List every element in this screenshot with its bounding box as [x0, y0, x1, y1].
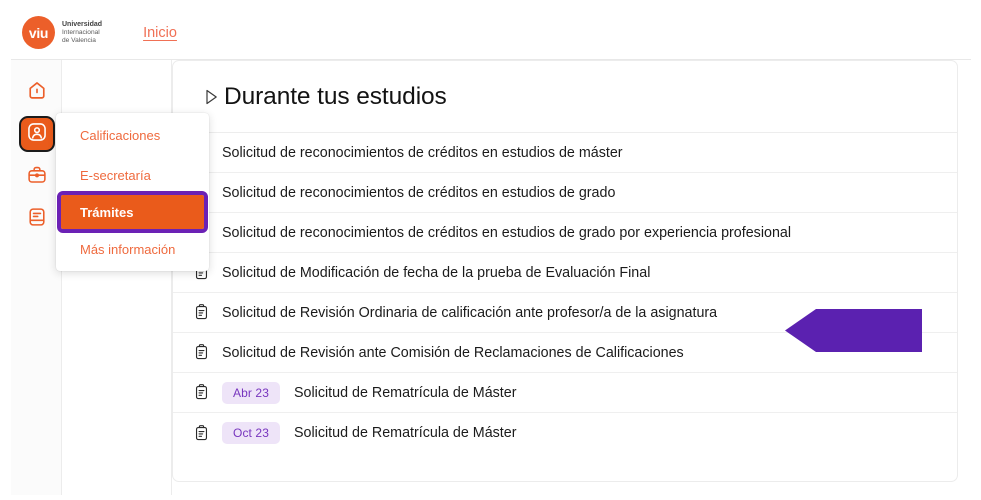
menu-item-tramites[interactable]: Trámites — [57, 191, 208, 233]
menu-item-e-secretaria[interactable]: E-secretaría — [56, 155, 209, 195]
document-icon — [26, 206, 48, 233]
dropdown-menu: Calificaciones E-secretaría Trámites Más… — [56, 113, 209, 271]
clipboard-icon — [192, 343, 211, 362]
row-label: Solicitud de Rematrícula de Máster — [294, 425, 517, 441]
table-row[interactable]: Solicitud de reconocimientos de créditos… — [173, 213, 957, 253]
rail-item-home[interactable] — [19, 75, 55, 111]
table-row[interactable]: Solicitud de Revisión Ordinaria de calif… — [173, 293, 957, 333]
panel-header: Durante tus estudios — [173, 61, 957, 133]
row-label: Solicitud de Rematrícula de Máster — [294, 384, 517, 401]
row-label: Solicitud de reconocimientos de créditos… — [222, 184, 616, 201]
clipboard-icon — [192, 424, 211, 443]
table-row[interactable]: Solicitud de reconocimientos de créditos… — [173, 133, 957, 173]
menu-item-mas-informacion[interactable]: Más información — [56, 229, 209, 269]
brand-logo[interactable]: viu Universidad Internacional de Valenci… — [22, 16, 102, 49]
row-label: Solicitud de Revisión ante Comisión de R… — [222, 344, 684, 361]
rail-item-profile[interactable] — [19, 116, 55, 152]
brand-line-3: de Valencia — [62, 36, 96, 44]
status-badge: Oct 23 — [222, 422, 280, 444]
menu-item-calificaciones[interactable]: Calificaciones — [56, 115, 209, 155]
table-row[interactable]: Solicitud de reconocimientos de créditos… — [173, 173, 957, 213]
menu-item-label: Calificaciones — [80, 127, 161, 143]
app-root: viu Universidad Internacional de Valenci… — [0, 0, 981, 500]
menu-item-label: E-secretaría — [80, 167, 151, 183]
clipboard-icon — [192, 303, 211, 322]
menu-item-label: Más información — [80, 241, 176, 257]
icon-rail — [11, 60, 62, 495]
row-label: Solicitud de reconocimientos de créditos… — [222, 144, 623, 161]
page-title: Durante tus estudios — [224, 82, 447, 110]
menu-item-label: Trámites — [80, 204, 134, 220]
row-label: Solicitud de reconocimientos de créditos… — [222, 224, 792, 241]
row-label: Solicitud de Revisión Ordinaria de calif… — [222, 304, 718, 321]
nav-link-inicio[interactable]: Inicio — [143, 25, 177, 41]
clipboard-icon — [192, 383, 211, 402]
table-row[interactable]: Abr 23 Solicitud de Rematrícula de Máste… — [173, 373, 957, 413]
triangle-right-icon[interactable] — [192, 88, 217, 106]
brand-line-1: Universidad — [62, 20, 103, 28]
status-badge: Abr 23 — [222, 381, 280, 404]
rail-item-document[interactable] — [19, 201, 55, 237]
viu-logo-mark: viu — [22, 16, 55, 49]
home-icon — [26, 80, 48, 107]
rail-item-briefcase[interactable] — [19, 159, 55, 195]
table-row[interactable]: Solicitud de Modificación de fecha de la… — [173, 253, 957, 293]
brand-line-2: Internacional — [62, 28, 100, 36]
briefcase-icon — [26, 164, 48, 191]
profile-icon — [26, 121, 48, 148]
top-bar: viu Universidad Internacional de Valenci… — [11, 6, 971, 60]
brand-name: Universidad Internacional de Valencia — [62, 21, 102, 45]
table-row[interactable]: Oct 23 Solicitud de Rematrícula de Máste… — [173, 413, 957, 453]
content-panel: Durante tus estudios Solicitud de recono… — [172, 60, 958, 482]
table-row[interactable]: Solicitud de Revisión ante Comisión de R… — [173, 333, 957, 373]
row-label: Solicitud de Modificación de fecha de la… — [222, 264, 651, 281]
